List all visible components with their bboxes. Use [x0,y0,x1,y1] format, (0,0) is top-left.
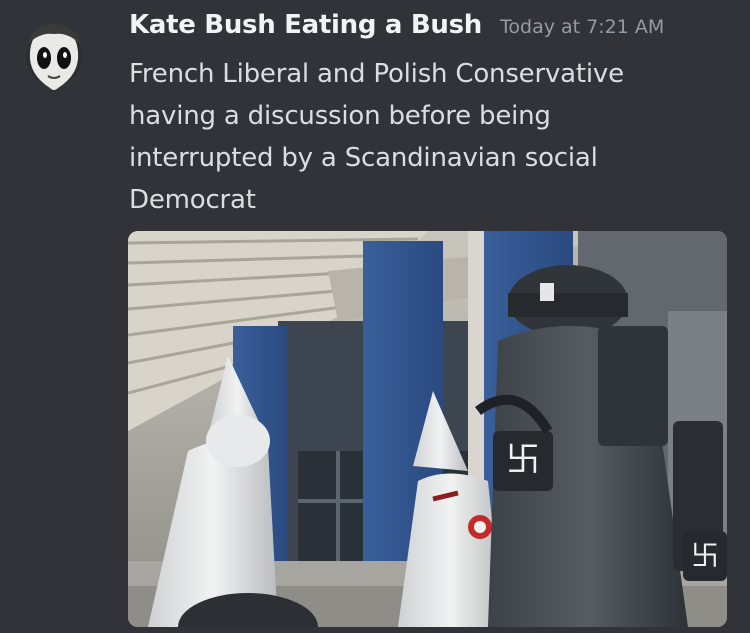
username[interactable]: Kate Bush Eating a Bush [129,10,482,40]
image-attachment[interactable]: 卐 卐 [128,231,727,627]
svg-text:卐: 卐 [506,440,540,480]
game-screenshot-image: 卐 卐 [128,231,727,627]
svg-text:卐: 卐 [691,539,719,572]
cartoon-face-avatar-icon [26,24,82,90]
timestamp[interactable]: Today at 7:21 AM [500,16,664,38]
message-text: French Liberal and Polish Conservative h… [129,59,624,215]
avatar[interactable] [24,22,84,94]
chat-message: Kate Bush Eating a Bush Today at 7:21 AM… [0,0,750,633]
message-header: Kate Bush Eating a Bush Today at 7:21 AM [129,10,664,40]
